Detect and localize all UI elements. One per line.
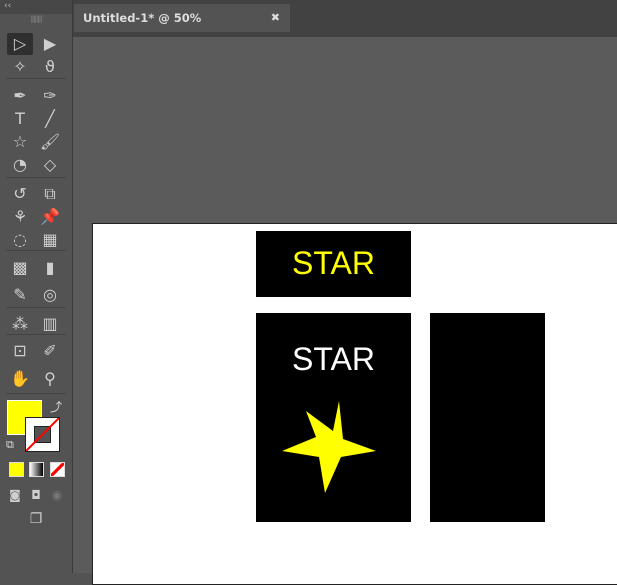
star-label-yellow[interactable]: STAR (256, 245, 411, 282)
lasso-tool-icon[interactable]: ϑ (37, 56, 63, 78)
divider (6, 393, 66, 394)
symbol-sprayer-tool-icon[interactable]: ⁂ (7, 313, 33, 335)
color-mode-button[interactable] (9, 462, 24, 477)
gradient-mode-button[interactable] (29, 462, 44, 477)
top-rectangle[interactable]: STAR (256, 231, 411, 297)
right-rectangle[interactable] (430, 313, 545, 522)
blend-tool-icon[interactable]: ◎ (37, 284, 63, 306)
document-tab[interactable]: Untitled-1* @ 50% (RGB/Preview)✖ (74, 4, 290, 53)
collapse-panel-button[interactable]: ‹‹ (0, 0, 72, 14)
pen-tool-icon[interactable]: ✒ (7, 85, 33, 107)
scale-tool-icon[interactable]: ⧉ (37, 183, 63, 205)
star-label-white[interactable]: STAR (256, 341, 411, 378)
divider (6, 307, 66, 308)
shape-builder-tool-icon[interactable]: ◌ (7, 229, 33, 251)
stroke-swatch[interactable] (25, 417, 60, 452)
type-tool-icon[interactable]: T (7, 108, 33, 130)
curvature-tool-icon[interactable]: ✑ (37, 85, 63, 107)
perspective-grid-tool-icon[interactable]: ▦ (37, 229, 63, 251)
none-mode-button[interactable] (50, 462, 65, 477)
screen-mode-icon[interactable]: ❐ (23, 508, 49, 530)
direct-selection-tool-icon[interactable]: ▶ (37, 33, 63, 55)
line-tool-icon[interactable]: ╱ (37, 108, 63, 130)
selection-tool-icon[interactable]: ▷ (7, 33, 33, 55)
gradient-tool-icon[interactable]: ▮ (37, 257, 63, 279)
artboard[interactable]: STAR STAR (92, 223, 617, 585)
panel-grip[interactable]: |||||||| (0, 14, 72, 24)
slice-tool-icon[interactable]: ✐ (37, 340, 63, 362)
close-icon[interactable]: ✖ (271, 4, 280, 32)
shaper-tool-icon[interactable]: ◔ (7, 154, 33, 176)
tools-panel: ‹‹ |||||||| ▷ ▶ ✧ ϑ ✒ ✑ T ╱ ☆ 🖌 ◔ ◇ ↺ ⧉ ⚘ 📌 ◌ ▦ ▩ ▮ ✎ ◎ ⁂ ▥ ⊡ ✐ ✋ ⚲… (0, 0, 73, 573)
magic-wand-tool-icon[interactable]: ✧ (7, 56, 33, 78)
draw-inside-icon[interactable]: ◉ (47, 484, 67, 506)
zoom-tool-icon[interactable]: ⚲ (37, 368, 63, 390)
star-shape[interactable] (281, 399, 377, 495)
eyedropper-tool-icon[interactable]: ✎ (7, 284, 33, 306)
divider (6, 177, 66, 178)
artboard-tool-icon[interactable]: ⊡ (7, 340, 33, 362)
draw-behind-icon[interactable]: ◘ (26, 484, 46, 506)
document-tab-bar: Untitled-1* @ 50% (RGB/Preview)✖ (73, 0, 617, 53)
mesh-tool-icon[interactable]: ▩ (7, 257, 33, 279)
divider (6, 334, 66, 335)
rotate-tool-icon[interactable]: ↺ (7, 183, 33, 205)
column-graph-tool-icon[interactable]: ▥ (37, 313, 63, 335)
default-colors-icon[interactable]: ⧉ (6, 438, 14, 452)
eraser-tool-icon[interactable]: ◇ (37, 154, 63, 176)
main-rectangle[interactable]: STAR (256, 313, 411, 522)
draw-normal-icon[interactable]: ◙ (5, 484, 25, 506)
divider (6, 250, 66, 251)
star-tool-icon[interactable]: ☆ (7, 131, 33, 153)
pin-tool-icon[interactable]: 📌 (37, 206, 63, 228)
paintbrush-tool-icon[interactable]: 🖌 (37, 131, 63, 153)
hand-tool-icon[interactable]: ✋ (7, 368, 33, 390)
swap-colors-icon[interactable]: ⤴ (50, 398, 62, 415)
divider (6, 78, 66, 79)
puppet-warp-tool-icon[interactable]: ⚘ (7, 206, 33, 228)
